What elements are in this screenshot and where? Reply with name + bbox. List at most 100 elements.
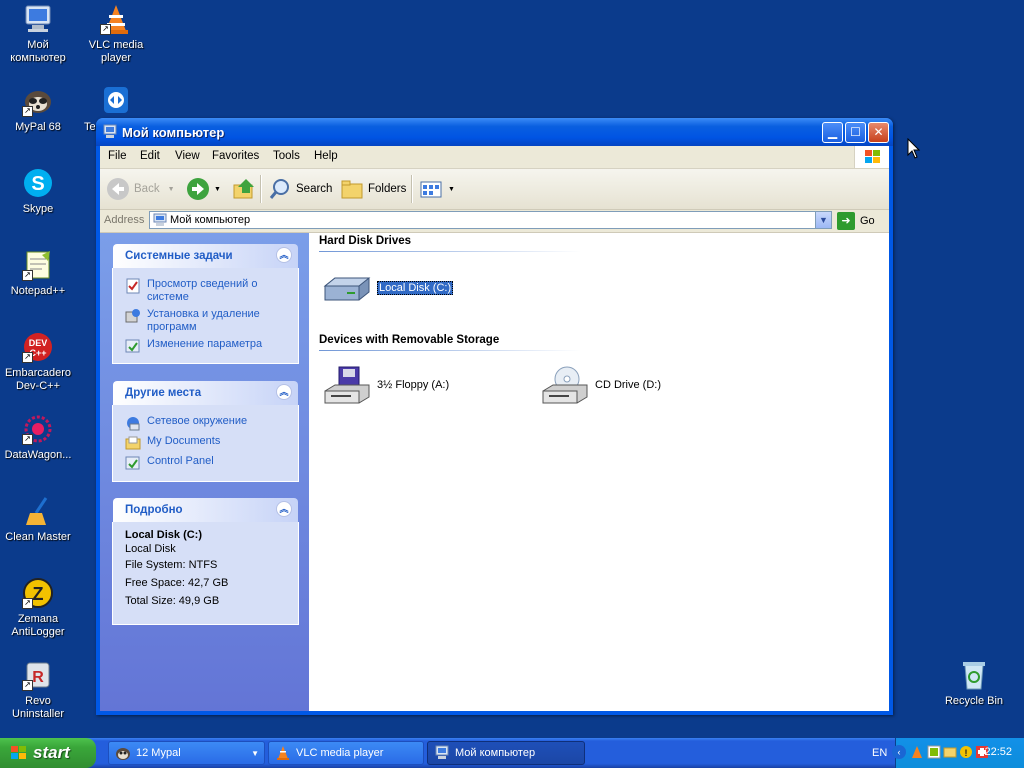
desktop-icon-label: Zemana AntiLogger	[11, 613, 65, 638]
broom-icon	[22, 495, 54, 527]
task-change-setting[interactable]: Изменение параметра	[125, 338, 285, 354]
forward-arrow-icon	[186, 177, 210, 201]
shortcut-arrow-icon: ↗	[22, 352, 33, 363]
desktop-icon-skype[interactable]: S Skype	[0, 167, 76, 216]
desktop-icon-my-computer[interactable]: Мой компьютер	[0, 3, 76, 65]
close-button[interactable]: ✕	[868, 122, 889, 143]
task-view-system-info[interactable]: Просмотр сведений о системе	[125, 278, 285, 304]
start-button[interactable]: start	[0, 738, 96, 768]
folder-tray-icon[interactable]	[943, 745, 957, 759]
svg-text:DEV: DEV	[29, 338, 48, 348]
place-label: Сетевое окружение	[147, 415, 248, 427]
folders-label: Folders	[368, 183, 407, 195]
control-panel-icon	[125, 455, 141, 471]
drive-floppy-a[interactable]: 3½ Floppy (A:)	[323, 365, 449, 405]
menu-favorites[interactable]: Favorites	[212, 150, 259, 162]
desktop-icon-revo[interactable]: R ↗ Revo Uninstaller	[0, 659, 76, 721]
raccoon-icon: ↗	[22, 85, 54, 117]
shortcut-arrow-icon: ↗	[22, 598, 33, 609]
maximize-button[interactable]: ☐	[845, 122, 866, 143]
drive-label: CD Drive (D:)	[595, 379, 661, 391]
toolbar-separator	[411, 175, 413, 203]
drive-local-disk-c[interactable]: Local Disk (C:)	[323, 268, 454, 308]
desktop-icon-notepadpp[interactable]: ↗ Notepad++	[0, 249, 76, 298]
menu-view[interactable]: View	[175, 150, 200, 162]
drive-label: Local Disk (C:)	[377, 281, 454, 295]
back-button[interactable]: Back ▼	[106, 176, 175, 202]
add-remove-programs-icon	[125, 308, 141, 324]
place-label: My Documents	[147, 435, 221, 447]
system-tasks-header[interactable]: Системные задачи ︽	[113, 244, 298, 268]
hard-drive-icon	[323, 268, 371, 308]
views-button[interactable]: ▼	[420, 176, 455, 202]
details-content: Local Disk (C:) Local Disk File System: …	[125, 528, 228, 610]
shield-tray-icon[interactable]	[927, 745, 941, 759]
details-free-space: Free Space: 42,7 GB	[125, 577, 229, 589]
chevron-down-icon: ▼	[167, 185, 175, 193]
drive-cd-d[interactable]: CD Drive (D:)	[541, 365, 661, 405]
network-icon	[125, 415, 141, 431]
chevron-down-icon: ▼	[251, 748, 259, 758]
up-folder-button[interactable]	[232, 176, 260, 202]
menu-tools[interactable]: Tools	[273, 150, 300, 162]
explorer-window: Мой компьютер ▁ ☐ ✕ File Edit View Favor…	[96, 118, 893, 715]
desktop-icon-zemana[interactable]: Z ↗ Zemana AntiLogger	[0, 577, 76, 639]
computer-icon	[434, 745, 450, 761]
desktop-icon-recycle-bin[interactable]: Recycle Bin	[936, 659, 1012, 708]
desktop-icon-datawagon[interactable]: ↗ DataWagon...	[0, 413, 76, 462]
task-add-remove-programs[interactable]: Установка и удаление программ	[125, 308, 285, 334]
collapse-chevron-icon[interactable]: ︽	[276, 384, 292, 400]
title-bar[interactable]: Мой компьютер ▁ ☐ ✕	[96, 118, 893, 146]
shortcut-arrow-icon: ↗	[22, 106, 33, 117]
warning-tray-icon[interactable]: !	[959, 745, 973, 759]
windows-flag-icon	[10, 745, 28, 761]
place-network[interactable]: Сетевое окружение	[125, 415, 247, 431]
desktop-icon-label: VLC media player	[88, 39, 144, 64]
taskbar-button-label: Мой компьютер	[455, 747, 536, 759]
details-header[interactable]: Подробно ︽	[113, 498, 298, 522]
taskbar-button-mypal[interactable]: 12 Mypal ▼	[108, 741, 265, 765]
search-label: Search	[296, 183, 333, 195]
desktop-icon-vlc[interactable]: ↗ VLC media player	[78, 3, 154, 65]
skype-icon: S	[22, 167, 54, 199]
taskbar-button-vlc[interactable]: VLC media player	[268, 741, 424, 765]
address-input[interactable]: Мой компьютер ▼	[149, 211, 832, 229]
task-label: Просмотр сведений о системе	[147, 278, 258, 303]
task-label: Изменение параметра	[147, 338, 263, 350]
minimize-button[interactable]: ▁	[822, 122, 843, 143]
clock[interactable]: 22:52	[984, 746, 1012, 758]
folders-button[interactable]: Folders	[340, 176, 406, 202]
search-button[interactable]: Search	[268, 176, 332, 202]
tray-expand-icon[interactable]: ‹	[892, 745, 906, 759]
details-panel: Подробно ︽ Local Disk (C:) Local Disk Fi…	[112, 498, 299, 625]
details-title: Подробно	[125, 504, 183, 516]
other-places-header[interactable]: Другие места ︽	[113, 381, 298, 405]
address-dropdown-button[interactable]: ▼	[815, 212, 831, 228]
place-control-panel[interactable]: Control Panel	[125, 455, 214, 471]
menu-edit[interactable]: Edit	[140, 150, 160, 162]
place-my-documents[interactable]: My Documents	[125, 435, 220, 451]
taskbar-button-my-computer[interactable]: Мой компьютер	[427, 741, 585, 765]
computer-icon	[102, 124, 118, 140]
devcpp-icon: DEV C++ ↗	[22, 331, 54, 363]
desktop-icon-label: Revo Uninstaller	[12, 695, 64, 720]
language-indicator[interactable]: EN	[872, 747, 887, 759]
menu-bar: File Edit View Favorites Tools Help	[100, 146, 889, 169]
toolbar: Back ▼ ▼ Search Folders ▼	[100, 169, 889, 210]
desktop-icon-mypal[interactable]: ↗ MyPal 68	[0, 85, 76, 134]
collapse-chevron-icon[interactable]: ︽	[276, 247, 292, 263]
svg-text:R: R	[32, 669, 44, 686]
address-bar: Address Мой компьютер ▼ ➜ Go	[100, 210, 889, 233]
desktop-icon-clean-master[interactable]: Clean Master	[0, 495, 76, 544]
vlc-tray-icon[interactable]	[910, 745, 924, 759]
menu-file[interactable]: File	[108, 150, 127, 162]
revo-uninstaller-icon: R ↗	[22, 659, 54, 691]
forward-button[interactable]: ▼	[186, 176, 221, 202]
desktop-icon-devcpp[interactable]: DEV C++ ↗ Embarcadero Dev-C++	[0, 331, 76, 393]
removable-section-title: Devices with Removable Storage	[319, 334, 500, 346]
vlc-cone-icon: ↗	[100, 3, 132, 35]
collapse-chevron-icon[interactable]: ︽	[276, 501, 292, 517]
svg-text:Z: Z	[33, 584, 44, 604]
go-button[interactable]: ➜ Go	[837, 211, 875, 231]
menu-help[interactable]: Help	[314, 150, 338, 162]
